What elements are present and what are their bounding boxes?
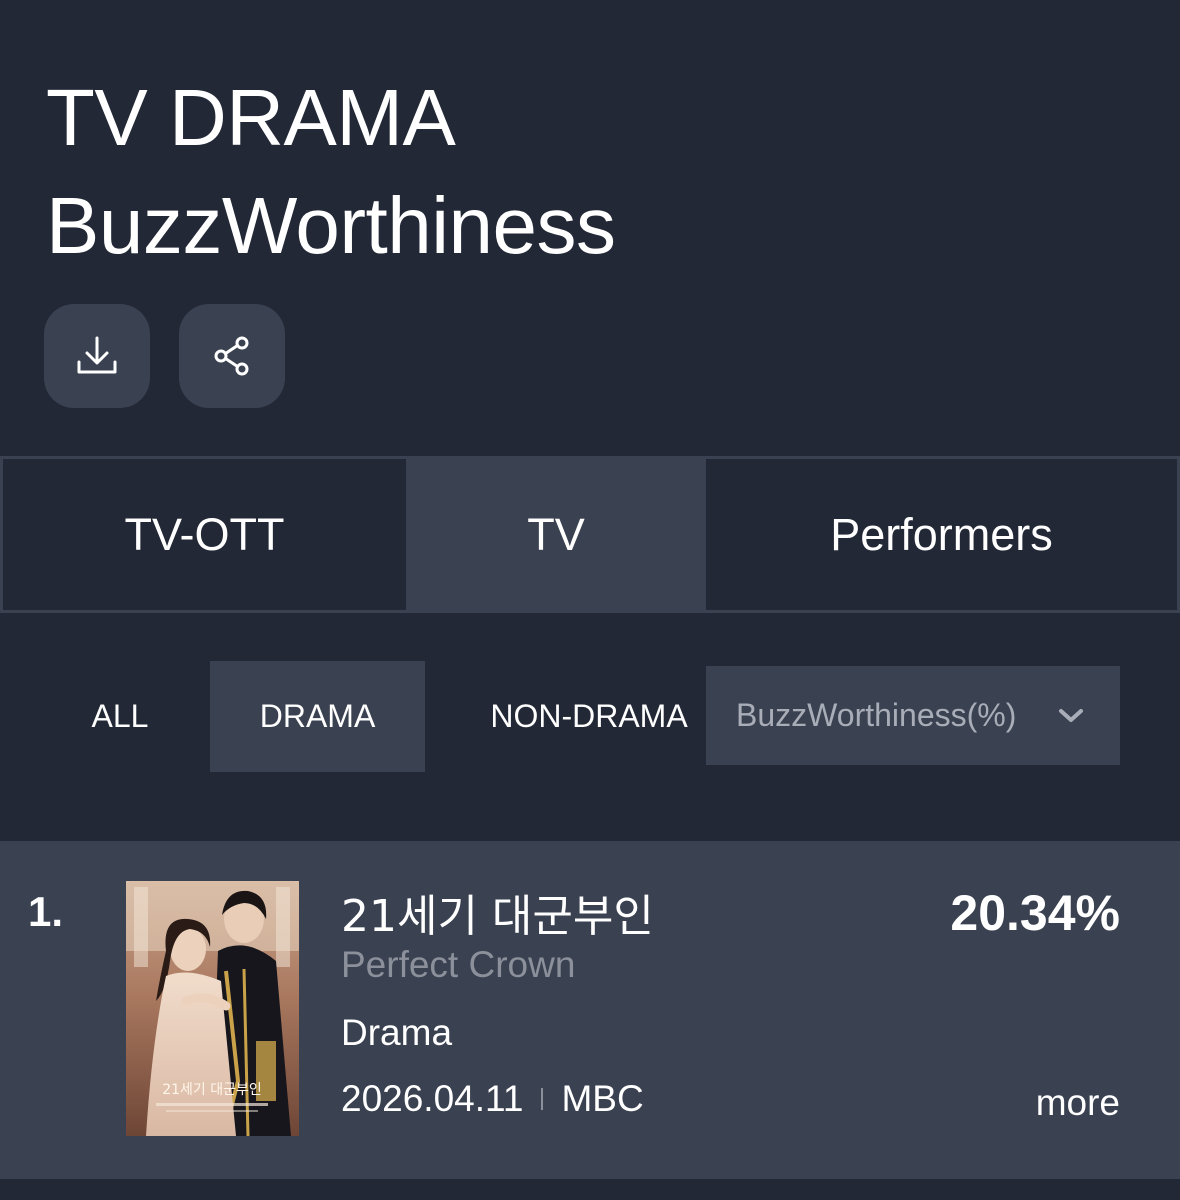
share-button[interactable] (179, 304, 285, 408)
page-title-line2: BuzzWorthiness (46, 181, 616, 270)
drama-genre: Drama (341, 1012, 453, 1053)
drama-meta: 2026.04.11 MBC (341, 1078, 644, 1120)
share-icon (214, 336, 249, 376)
tab-performers[interactable]: Performers (706, 459, 1177, 610)
page-title-line1: TV DRAMA (46, 73, 456, 162)
poster-title: 21세기 대군부인 (162, 1082, 262, 1098)
more-link[interactable]: more (1036, 1082, 1120, 1124)
chevron-down-icon (1059, 709, 1083, 722)
channel-name: MBC (561, 1078, 644, 1119)
rank-number: 1. (28, 888, 64, 935)
tab-tv[interactable]: TV (406, 459, 706, 610)
subtab-non-drama[interactable]: NON-DRAMA (475, 661, 703, 772)
tab-tv-ott[interactable]: TV-OTT (3, 459, 406, 610)
page-title: TV DRAMA BuzzWorthiness (46, 64, 616, 280)
download-button[interactable] (44, 304, 150, 408)
row-divider (0, 1179, 1180, 1200)
poster-image: 21세기 대군부인 (126, 881, 299, 1136)
download-icon (77, 336, 117, 374)
category-tabs: TV-OTT TV Performers (0, 456, 1180, 613)
subtab-all[interactable]: ALL (60, 661, 180, 772)
drama-title-korean[interactable]: 21세기 대군부인 (341, 880, 654, 944)
metric-select-value: BuzzWorthiness(%) (736, 697, 1017, 733)
meta-divider (541, 1088, 544, 1110)
buzz-score: 20.34% (950, 885, 1120, 941)
subtab-drama[interactable]: DRAMA (210, 661, 425, 772)
drama-title-english: Perfect Crown (341, 944, 576, 985)
metric-select[interactable]: BuzzWorthiness(%) (706, 666, 1120, 765)
air-date: 2026.04.11 (341, 1078, 524, 1119)
drama-poster[interactable]: 21세기 대군부인 (126, 881, 299, 1136)
